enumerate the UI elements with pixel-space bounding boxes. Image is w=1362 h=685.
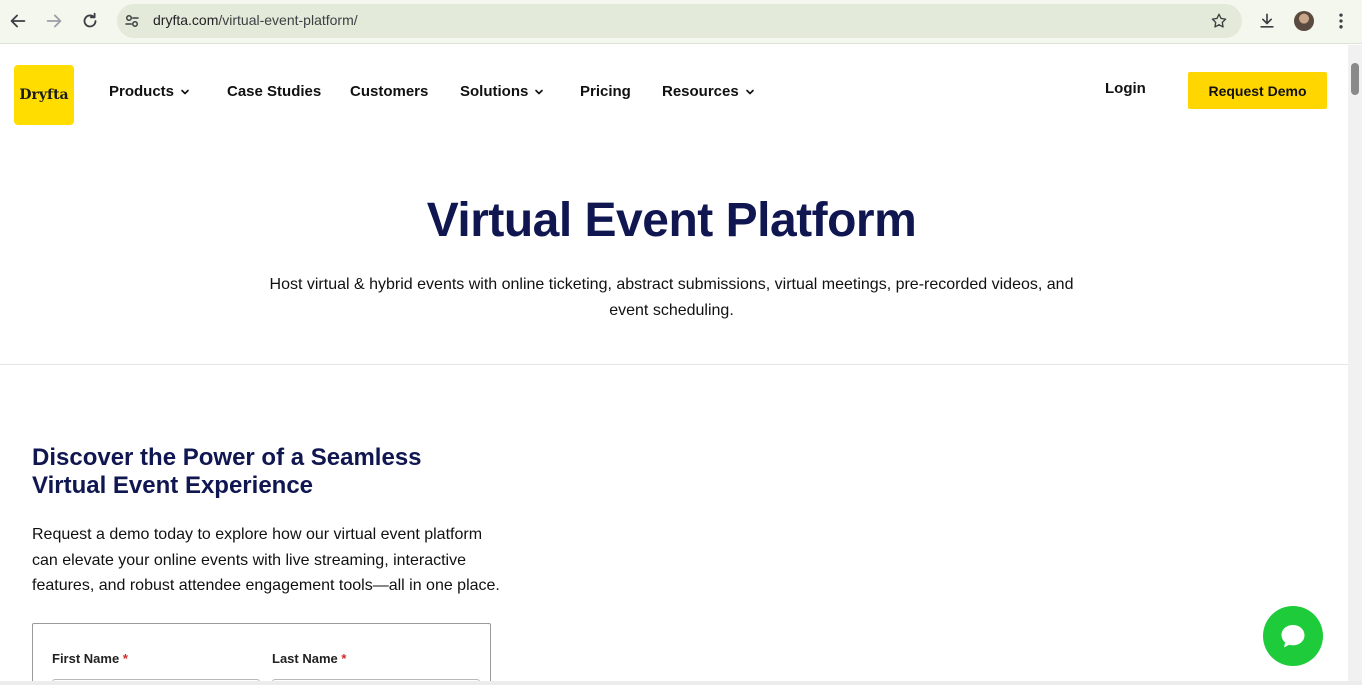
section-heading-line2: Virtual Event Experience: [32, 472, 314, 499]
nav-case-studies-label: Case Studies: [227, 83, 322, 100]
last-name-label: Last Name *: [272, 651, 346, 666]
forward-icon[interactable]: [43, 10, 65, 32]
horizontal-scrollbar: [0, 681, 1362, 685]
chevron-down-icon: [535, 89, 544, 94]
url-path: /virtual-event-platform/: [218, 12, 358, 28]
nav-pricing-label: Pricing: [580, 83, 631, 100]
back-icon[interactable]: [7, 10, 29, 32]
section-heading: Discover the Power of a Seamless Virtual…: [32, 444, 472, 500]
address-bar[interactable]: dryfta.com/virtual-event-platform/: [117, 4, 1242, 38]
chevron-down-icon: [181, 89, 189, 94]
first-name-label-text: First Name: [52, 651, 120, 666]
dryfta-logo[interactable]: Dryfta: [14, 65, 74, 125]
section-divider: [0, 364, 1348, 365]
nav-solutions[interactable]: Solutions: [460, 83, 544, 100]
request-demo-button[interactable]: Request Demo: [1188, 72, 1327, 109]
section-body: Request a demo today to explore how our …: [32, 526, 500, 594]
web-page: Dryfta Products Case Studies Customers S…: [0, 45, 1348, 685]
scrollbar-thumb[interactable]: [1351, 63, 1359, 95]
nav-customers[interactable]: Customers: [350, 83, 428, 100]
bookmark-star-icon[interactable]: [1210, 12, 1228, 30]
url-text: dryfta.com/virtual-event-platform/: [153, 12, 358, 28]
required-asterisk: *: [122, 651, 128, 666]
nav-case-studies[interactable]: Case Studies: [227, 83, 321, 100]
nav-products-label: Products: [109, 83, 175, 100]
nav-customers-label: Customers: [350, 83, 429, 100]
nav-solutions-label: Solutions: [460, 83, 529, 100]
page-title: Virtual Event Platform: [426, 194, 917, 247]
chat-widget-button[interactable]: [1263, 606, 1323, 666]
nav-resources[interactable]: Resources: [662, 83, 755, 100]
reload-icon[interactable]: [79, 10, 101, 32]
last-name-label-text: Last Name: [272, 651, 338, 666]
site-settings-icon[interactable]: [123, 12, 141, 30]
nav-pricing[interactable]: Pricing: [580, 83, 631, 100]
chat-bubble-icon: [1281, 625, 1305, 648]
hero-subtitle: Host virtual & hybrid events with online…: [269, 276, 1074, 319]
kebab-menu-icon[interactable]: [1331, 11, 1351, 31]
page-scrollbar[interactable]: [1348, 45, 1362, 685]
browser-toolbar: dryfta.com/virtual-event-platform/: [0, 0, 1362, 44]
nav-resources-label: Resources: [662, 83, 739, 100]
chevron-down-icon: [745, 89, 754, 94]
profile-avatar[interactable]: [1294, 11, 1314, 31]
demo-form: First Name * Last Name *: [32, 623, 491, 685]
login-link[interactable]: Login: [1105, 80, 1146, 97]
section-heading-line1: Discover the Power of a Seamless: [32, 444, 422, 471]
required-asterisk: *: [341, 651, 347, 666]
first-name-label: First Name *: [52, 651, 128, 666]
download-icon[interactable]: [1257, 11, 1277, 31]
nav-products[interactable]: Products: [109, 83, 190, 100]
url-domain: dryfta.com: [153, 12, 219, 28]
